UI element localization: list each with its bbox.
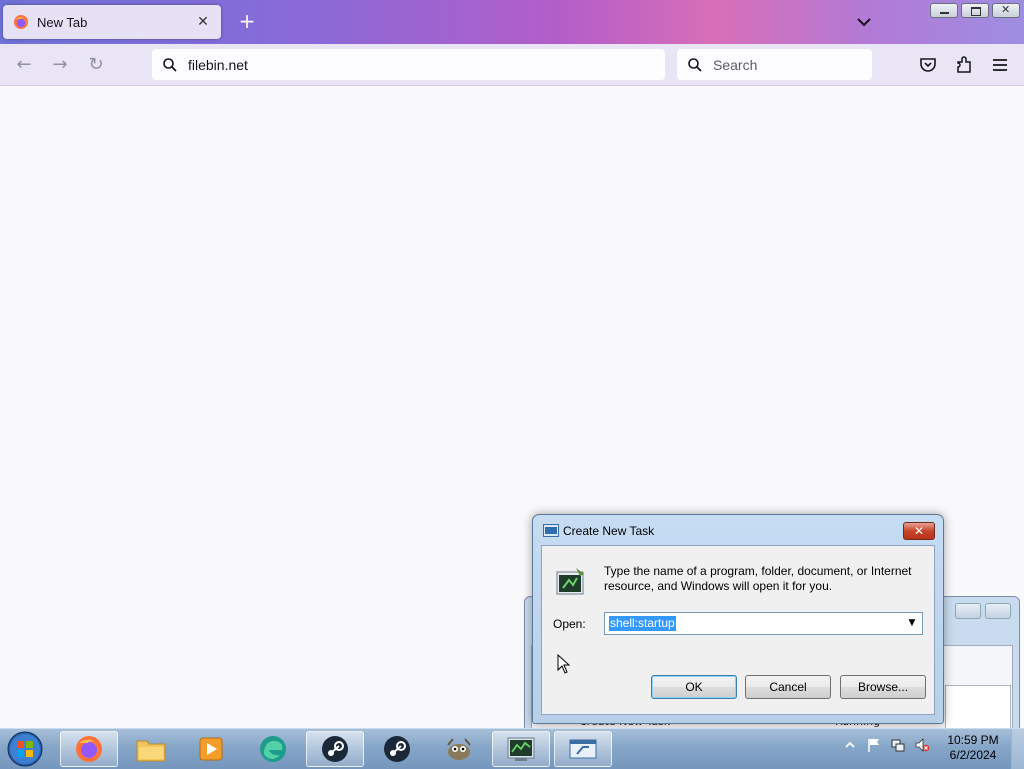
hamburger-menu-icon[interactable] bbox=[989, 54, 1011, 76]
gimp-icon bbox=[447, 738, 471, 760]
volume-muted-icon[interactable] bbox=[914, 737, 930, 753]
search-icon bbox=[163, 57, 177, 72]
taskbar-steam[interactable] bbox=[306, 731, 364, 767]
steam-icon bbox=[384, 736, 410, 762]
taskbar-clock[interactable]: 10:59 PM 6/2/2024 bbox=[938, 733, 1008, 763]
dialog-description: Type the name of a program, folder, docu… bbox=[604, 564, 912, 593]
extensions-icon[interactable] bbox=[953, 54, 975, 76]
browser-titlebar: New Tab ✕ + bbox=[0, 0, 1024, 44]
search-icon bbox=[688, 57, 702, 72]
taskbar-run-dialog[interactable] bbox=[554, 731, 612, 767]
file-explorer-icon bbox=[136, 740, 166, 762]
create-new-task-dialog: Create New Task ✕ Type the name of a pro… bbox=[532, 514, 944, 724]
taskbar-edge[interactable] bbox=[244, 731, 302, 767]
system-tray bbox=[842, 737, 930, 753]
dropdown-arrow-icon[interactable]: ▼ bbox=[905, 615, 919, 632]
task-manager-icon bbox=[543, 524, 559, 537]
firefox-icon bbox=[14, 15, 28, 29]
tab-new-tab[interactable]: New Tab ✕ bbox=[3, 5, 221, 39]
restore-button[interactable] bbox=[961, 3, 989, 18]
reload-icon[interactable]: ↻ bbox=[85, 54, 107, 76]
browse-button[interactable]: Browse... bbox=[840, 675, 926, 699]
back-arrow-icon[interactable]: ← bbox=[13, 54, 35, 76]
dialog-close-button[interactable]: ✕ bbox=[903, 522, 935, 540]
tab-title: New Tab bbox=[37, 14, 88, 30]
close-window-button[interactable] bbox=[985, 603, 1011, 619]
show-hidden-icons-icon[interactable] bbox=[842, 737, 858, 753]
taskbar-file-explorer[interactable] bbox=[122, 731, 180, 767]
url-bar[interactable]: filebin.net bbox=[152, 49, 665, 80]
network-icon[interactable] bbox=[890, 737, 906, 753]
chevron-down-icon[interactable] bbox=[852, 12, 876, 32]
task-manager-icon bbox=[507, 737, 535, 761]
clock-date: 6/2/2024 bbox=[949, 748, 997, 762]
taskbar-media-player[interactable] bbox=[182, 731, 240, 767]
firefox-icon bbox=[76, 736, 102, 762]
taskbar-gimp[interactable] bbox=[430, 731, 488, 767]
mouse-cursor-icon bbox=[557, 654, 570, 674]
run-program-icon bbox=[556, 568, 584, 595]
search-input[interactable]: Search bbox=[677, 49, 872, 80]
open-label: Open: bbox=[553, 617, 586, 631]
cancel-button[interactable]: Cancel bbox=[745, 675, 831, 699]
media-player-icon bbox=[199, 737, 223, 761]
browser-navbar: ← → ↻ filebin.net Search bbox=[0, 44, 1024, 86]
dialog-title: Create New Task bbox=[563, 524, 655, 538]
tab-close-icon[interactable]: ✕ bbox=[195, 14, 211, 30]
steam-icon bbox=[322, 736, 348, 762]
taskbar-firefox[interactable] bbox=[60, 731, 118, 767]
task-list bbox=[945, 685, 1011, 733]
forward-arrow-icon[interactable]: → bbox=[49, 54, 71, 76]
background-window-controls bbox=[955, 603, 1011, 619]
taskbar-steam-2[interactable] bbox=[368, 731, 426, 767]
close-window-button[interactable] bbox=[992, 3, 1020, 18]
minimize-button[interactable] bbox=[930, 3, 958, 18]
open-input-value[interactable]: shell:startup bbox=[609, 616, 676, 631]
open-combobox[interactable]: shell:startup ▼ bbox=[604, 612, 923, 635]
dialog-body: Type the name of a program, folder, docu… bbox=[541, 545, 935, 715]
restore-button[interactable] bbox=[955, 603, 981, 619]
show-desktop-button[interactable] bbox=[1011, 729, 1024, 769]
search-placeholder: Search bbox=[713, 56, 758, 73]
new-tab-button[interactable]: + bbox=[236, 10, 258, 32]
window-controls bbox=[930, 3, 1020, 18]
run-dialog-icon bbox=[569, 739, 597, 759]
action-center-flag-icon[interactable] bbox=[866, 737, 882, 753]
taskbar-task-manager[interactable] bbox=[492, 731, 550, 767]
ok-button[interactable]: OK bbox=[651, 675, 737, 699]
edge-browser-icon bbox=[260, 736, 286, 762]
url-text: filebin.net bbox=[188, 56, 248, 73]
taskbar: 10:59 PM 6/2/2024 bbox=[0, 728, 1024, 769]
start-button-icon[interactable] bbox=[5, 730, 45, 768]
clock-time: 10:59 PM bbox=[947, 733, 999, 747]
pocket-icon[interactable] bbox=[917, 54, 939, 76]
